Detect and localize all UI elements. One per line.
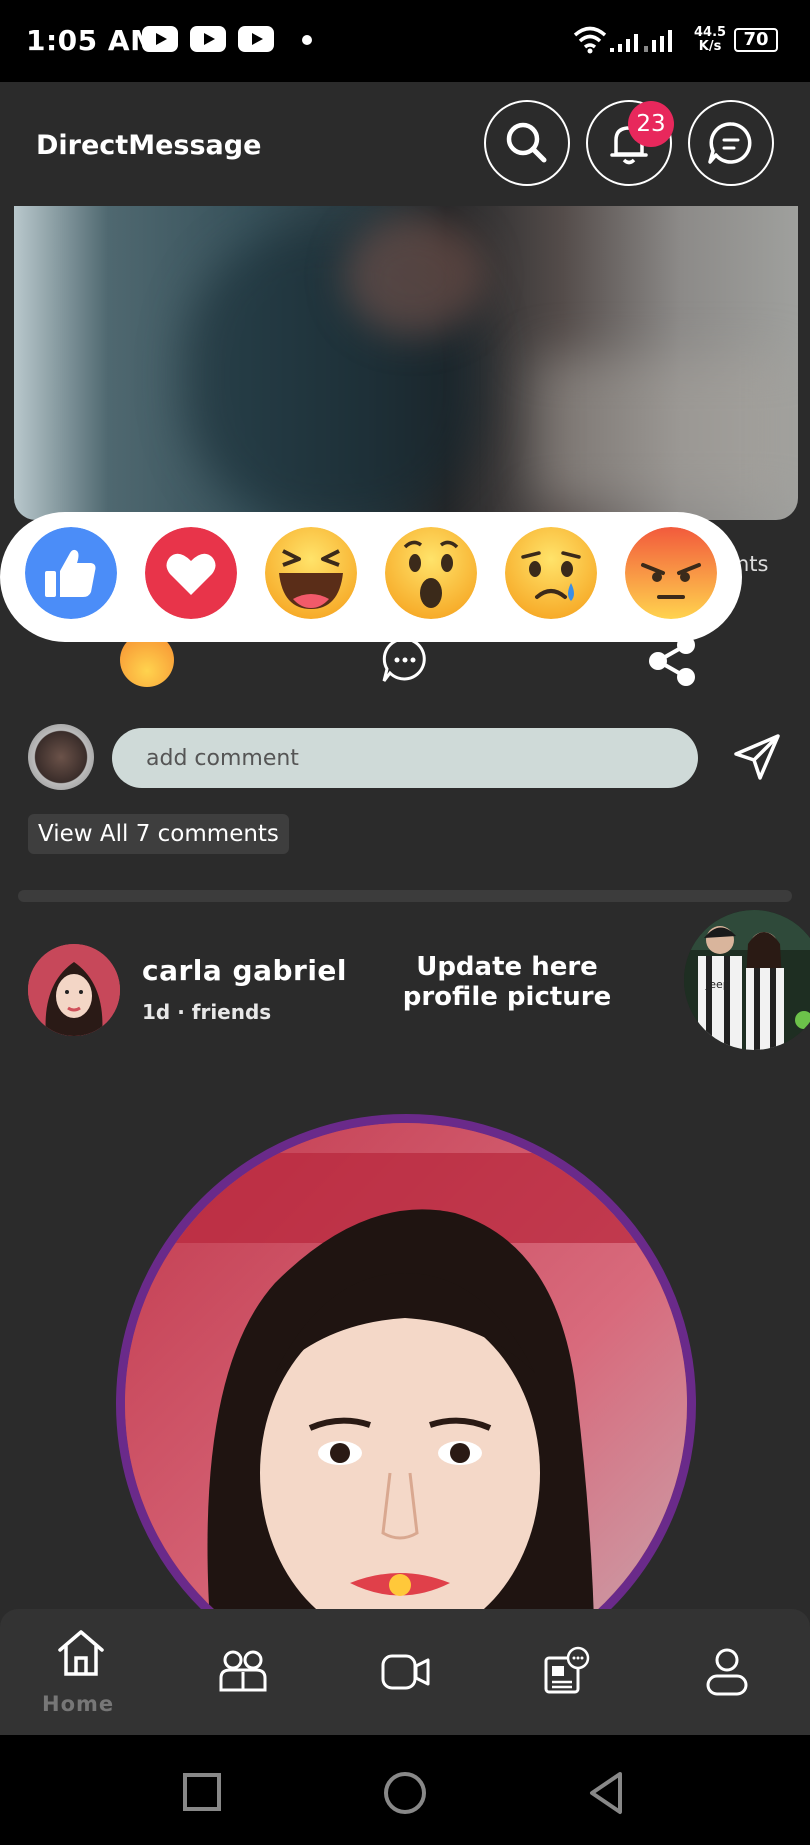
post-divider	[18, 890, 792, 902]
recent-apps-icon[interactable]	[182, 1772, 224, 1814]
post-author-name[interactable]: carla gabriel	[142, 954, 347, 987]
network-speed: 44.5 K/s	[694, 25, 727, 54]
profile-icon[interactable]	[704, 1646, 750, 1698]
notification-dot-icon	[302, 35, 312, 45]
messages-button[interactable]	[688, 100, 774, 186]
chat-icon	[708, 122, 752, 164]
like-reaction-icon[interactable]	[25, 527, 117, 619]
haha-reaction-icon[interactable]	[265, 527, 357, 619]
home-system-icon[interactable]	[382, 1770, 428, 1816]
send-icon[interactable]	[730, 730, 786, 786]
post-author-avatar[interactable]	[28, 944, 120, 1036]
home-icon[interactable]	[56, 1628, 106, 1680]
notification-badge: 23	[628, 101, 674, 147]
view-all-comments-link[interactable]: View All 7 comments	[28, 814, 289, 854]
youtube-icon	[190, 26, 226, 52]
post-image[interactable]	[14, 206, 798, 520]
search-button[interactable]	[484, 100, 570, 186]
wifi-icon	[573, 26, 607, 54]
youtube-icon	[142, 26, 178, 52]
love-reaction-icon[interactable]	[145, 527, 237, 619]
nav-home-label[interactable]: Home	[42, 1692, 114, 1716]
profile-photo-thumbnail[interactable]: Jeep	[684, 910, 810, 1050]
battery-indicator: 70	[734, 28, 778, 52]
wow-reaction-icon[interactable]	[385, 527, 477, 619]
post-meta: 1d · friends	[142, 1000, 272, 1024]
profile-picture-large[interactable]	[116, 1114, 696, 1694]
news-icon[interactable]	[542, 1646, 592, 1696]
angry-reaction-icon[interactable]	[625, 527, 717, 619]
svg-text:Jeep: Jeep	[705, 978, 730, 991]
search-icon	[506, 122, 547, 163]
video-icon[interactable]	[380, 1652, 432, 1692]
profile-update-text: Update here profile picture	[402, 952, 612, 1012]
friends-icon[interactable]	[218, 1648, 268, 1694]
youtube-icon	[238, 26, 274, 52]
signal-icon	[610, 30, 672, 52]
sad-reaction-icon[interactable]	[505, 527, 597, 619]
app-title: DirectMessage	[36, 130, 262, 161]
comment-input[interactable]	[112, 728, 698, 788]
status-time: 1:05 AM	[26, 24, 159, 57]
back-icon[interactable]	[586, 1770, 628, 1816]
my-avatar[interactable]	[28, 724, 94, 790]
